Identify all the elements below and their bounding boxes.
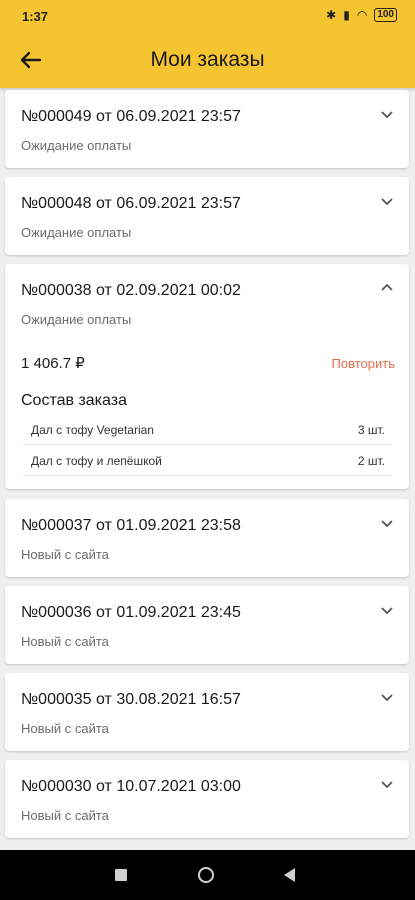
order-card[interactable]: №000036 от 01.09.2021 23:45 Новый с сайт… [5,586,409,664]
order-card[interactable]: №000037 от 01.09.2021 23:58 Новый с сайт… [5,499,409,577]
order-status: Ожидание оплаты [21,225,132,240]
chevron-down-icon[interactable] [379,689,395,705]
system-nav-bar [0,850,415,900]
order-status: Новый с сайта [21,634,109,649]
recent-apps-icon[interactable] [115,869,127,881]
order-item: Дал с тофу Vegetarian 3 шт. [23,414,391,445]
order-composition-title: Состав заказа [21,392,127,409]
order-card[interactable]: №000035 от 30.08.2021 16:57 Новый с сайт… [5,673,409,751]
orders-list: №000049 от 06.09.2021 23:57 Ожидание опл… [0,90,415,848]
chevron-down-icon[interactable] [379,776,395,792]
order-status: Новый с сайта [21,547,109,562]
order-status: Новый с сайта [21,808,109,823]
order-header: №000038 от 02.09.2021 00:02 [21,282,241,299]
item-quantity: 2 шт. [357,454,385,468]
order-status: Ожидание оплаты [21,312,132,327]
chevron-down-icon[interactable] [379,106,395,122]
battery-icon: 100 [374,8,397,22]
signal-icon: ▮ [343,8,350,22]
order-header: №000030 от 10.07.2021 03:00 [21,778,241,795]
order-header: №000049 от 06.09.2021 23:57 [21,108,241,125]
status-icons: ✱ ▮ ◠ 100 [326,8,397,22]
wifi-icon: ◠ [356,8,368,22]
order-item: Дал с тофу и лепёшкой 2 шт. [23,445,391,476]
order-card-expanded[interactable]: №000038 от 02.09.2021 00:02 Ожидание опл… [5,264,409,489]
home-icon[interactable] [198,867,214,883]
order-card[interactable]: №000030 от 10.07.2021 03:00 Новый с сайт… [5,760,409,838]
status-bar: 1:37 ✱ ▮ ◠ 100 [0,0,415,34]
order-card[interactable]: №000049 от 06.09.2021 23:57 Ожидание опл… [5,90,409,168]
order-status: Ожидание оплаты [21,138,132,153]
chevron-down-icon[interactable] [379,515,395,531]
bluetooth-icon: ✱ [326,8,337,22]
item-quantity: 3 шт. [357,423,385,437]
order-items: Дал с тофу Vegetarian 3 шт. Дал с тофу и… [23,414,391,476]
order-card[interactable]: №000048 от 06.09.2021 23:57 Ожидание опл… [5,177,409,255]
chevron-down-icon[interactable] [379,193,395,209]
order-total: 1 406.7 ₽ [21,355,85,372]
order-header: №000036 от 01.09.2021 23:45 [21,604,241,621]
system-back-icon[interactable] [284,868,295,882]
clock: 1:37 [22,9,49,24]
repeat-order-button[interactable]: Повторить [332,356,395,371]
item-name: Дал с тофу и лепёшкой [31,454,162,468]
order-status: Новый с сайта [21,721,109,736]
order-header: №000037 от 01.09.2021 23:58 [21,517,241,534]
order-header: №000048 от 06.09.2021 23:57 [21,195,241,212]
order-header: №000035 от 30.08.2021 16:57 [21,691,241,708]
item-name: Дал с тофу Vegetarian [31,423,154,437]
chevron-down-icon[interactable] [379,602,395,618]
app-bar: Мои заказы [0,34,415,88]
page-title: Мои заказы [150,48,265,71]
chevron-up-icon[interactable] [379,280,395,296]
